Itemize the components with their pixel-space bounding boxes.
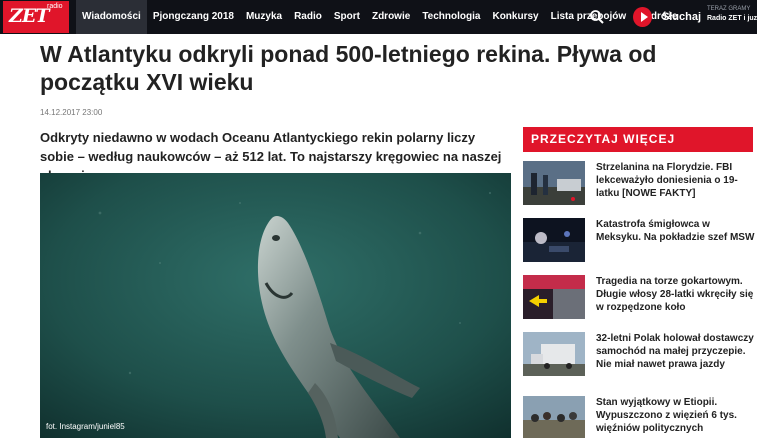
sidebar-article-florida[interactable]: Strzelanina na Florydzie. FBI lekceważył… — [523, 161, 753, 207]
sidebar-article-gokart[interactable]: Tragedia na torze gokartowym. Długie wło… — [523, 275, 753, 321]
article-thumbnail[interactable] — [523, 332, 585, 376]
nav-item-konkursy[interactable]: Konkursy — [486, 0, 544, 34]
article-thumbnail[interactable] — [523, 218, 585, 262]
listen-button[interactable]: Słuchaj — [633, 0, 701, 34]
photo-credit: fot. Instagram/juniel85 — [46, 422, 125, 431]
listen-label: Słuchaj — [661, 11, 701, 23]
nav-item-radio[interactable]: Radio — [288, 0, 328, 34]
sidebar-article-title[interactable]: Stan wyjątkowy w Etiopii. Wypuszczono z … — [596, 396, 756, 435]
article-hero-image[interactable] — [40, 173, 511, 438]
nav-item-technologia[interactable]: Technologia — [416, 0, 486, 34]
sidebar-article-ethiopia[interactable]: Stan wyjątkowy w Etiopii. Wypuszczono z … — [523, 396, 753, 438]
now-playing-label: TERAZ GRAMY — [707, 6, 751, 12]
search-icon[interactable] — [589, 9, 605, 25]
play-icon — [633, 7, 652, 27]
now-playing[interactable]: TERAZ GRAMY Radio ZET i juz — [707, 5, 757, 23]
logo-wordmark: ZET — [9, 5, 49, 27]
article-thumbnail[interactable] — [523, 275, 585, 319]
logo-subtext: radio — [47, 3, 63, 10]
sidebar-article-trailer[interactable]: 32-letni Polak holował dostawczy samochó… — [523, 332, 756, 378]
article-date: 14.12.2017 23:00 — [40, 108, 103, 117]
now-playing-value: Radio ZET i juz — [707, 15, 757, 22]
article-thumbnail[interactable] — [523, 161, 585, 205]
radio-zet-logo[interactable]: ZET radio — [3, 1, 69, 33]
read-more-heading: PRZECZYTAJ WIĘCEJ — [523, 127, 753, 152]
article-title: W Atlantyku odkryli ponad 500-letniego r… — [40, 41, 657, 95]
nav-item-wiadomosci[interactable]: Wiadomości — [76, 0, 147, 34]
nav-item-zdrowie[interactable]: Zdrowie — [366, 0, 416, 34]
nav-item-muzyka[interactable]: Muzyka — [240, 0, 288, 34]
article-thumbnail[interactable] — [523, 396, 585, 438]
sidebar-article-title[interactable]: Katastrofa śmigłowca w Meksyku. Na pokła… — [596, 218, 756, 244]
sidebar-article-title[interactable]: Strzelanina na Florydzie. FBI lekceważył… — [596, 161, 756, 200]
sidebar-article-mexico[interactable]: Katastrofa śmigłowca w Meksyku. Na pokła… — [523, 218, 756, 264]
sidebar-article-title[interactable]: 32-letni Polak holował dostawczy samochó… — [596, 332, 756, 371]
nav-item-sport[interactable]: Sport — [328, 0, 366, 34]
top-nav-bar: ZET radio Wiadomości Pjongczang 2018 Muz… — [0, 0, 757, 34]
sidebar-article-title[interactable]: Tragedia na torze gokartowym. Długie wło… — [596, 275, 756, 314]
nav-item-pjongczang[interactable]: Pjongczang 2018 — [147, 0, 240, 34]
